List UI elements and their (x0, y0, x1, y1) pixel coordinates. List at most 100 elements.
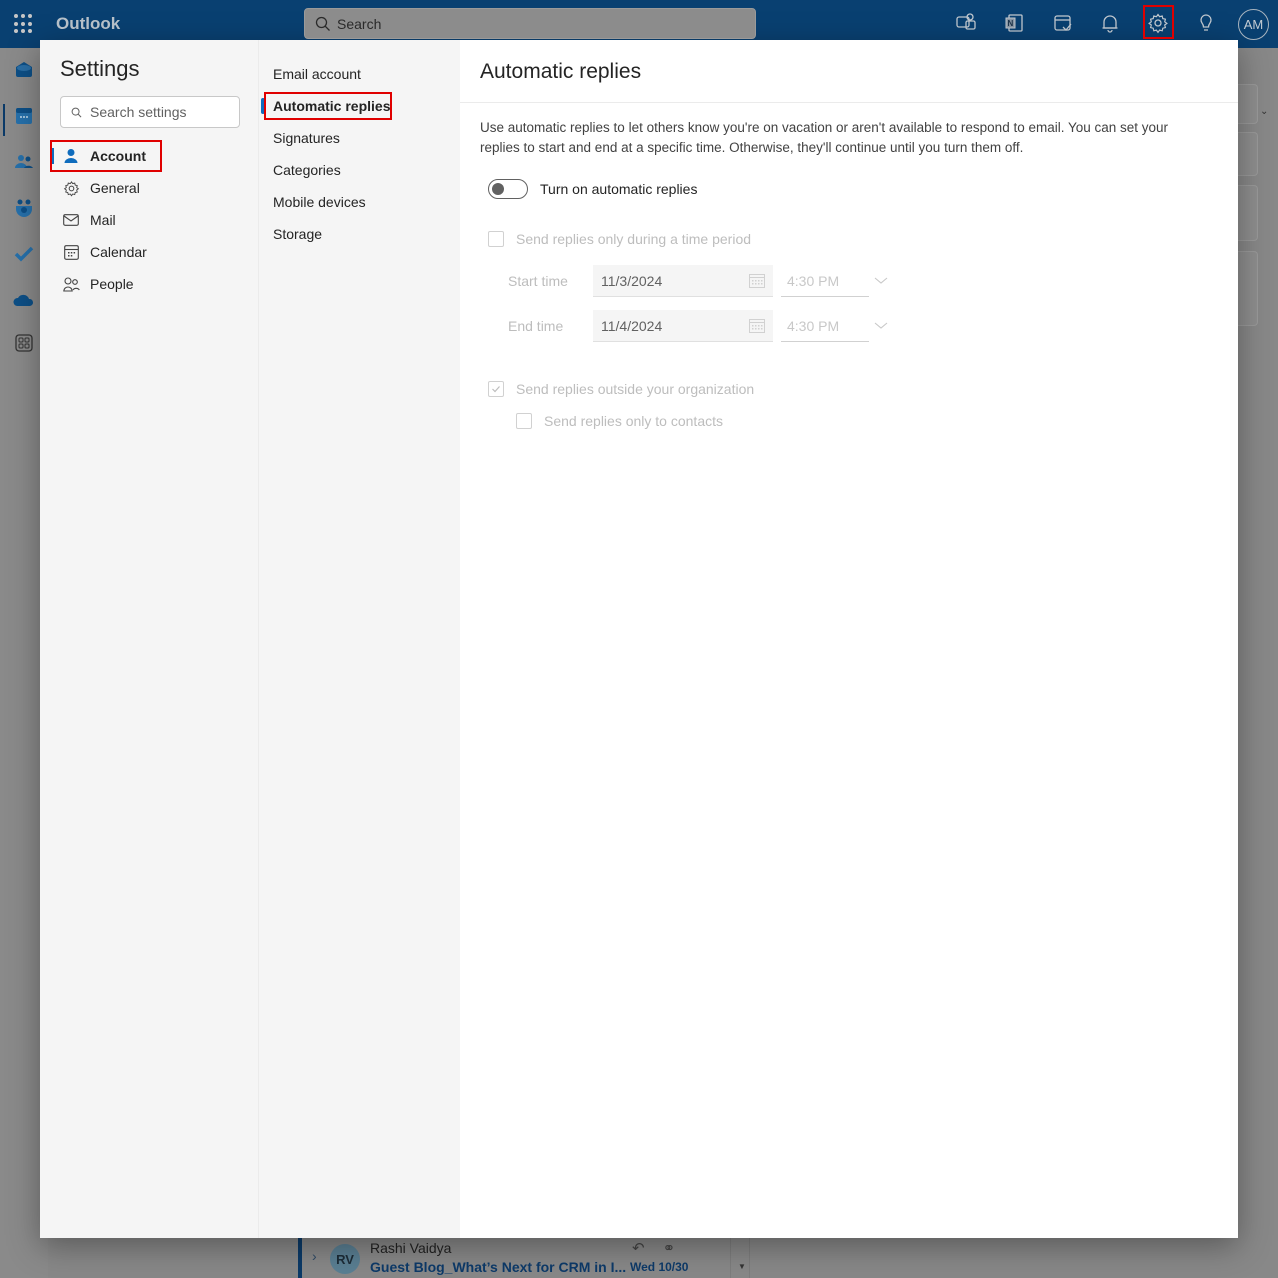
settings-dialog: Settings Search settings Account General… (40, 40, 1238, 1238)
toggle-label: Turn on automatic replies (540, 181, 698, 197)
message-date: Wed 10/30 (630, 1260, 689, 1274)
category-label: General (90, 180, 140, 196)
automatic-replies-pane: Automatic replies Use automatic replies … (460, 40, 1238, 1238)
checkmark-icon (492, 386, 500, 393)
settings-categories-panel: Settings Search settings Account General… (40, 40, 258, 1238)
end-time-row: End time 11/4/2024 4:30 PM (508, 310, 889, 342)
subcategory-signatures[interactable]: Signatures (259, 122, 461, 154)
tips-lightbulb-icon[interactable] (1195, 12, 1217, 34)
mail-icon (62, 211, 80, 229)
automatic-replies-toggle[interactable] (488, 179, 528, 199)
toggle-knob (492, 183, 504, 195)
subcategory-automatic-replies[interactable]: Automatic replies (259, 90, 461, 122)
time-period-label: Send replies only during a time period (516, 231, 752, 247)
category-general[interactable]: General (50, 172, 250, 204)
background-card (1238, 132, 1258, 176)
settings-title: Settings (60, 56, 140, 81)
background-card (1238, 251, 1258, 326)
search-box[interactable]: Search (304, 8, 756, 39)
start-time-value: 4:30 PM (787, 272, 840, 289)
start-time-row: Start time 11/3/2024 4:30 PM (508, 265, 889, 297)
list-scrollbar[interactable]: ▼ (730, 1238, 750, 1278)
settings-subcategories-panel: Email account Automatic replies Signatur… (258, 40, 460, 1238)
people-icon[interactable] (13, 151, 35, 173)
category-label: Calendar (90, 244, 147, 260)
scroll-down-arrow-icon[interactable]: ▼ (738, 1262, 746, 1271)
message-list-item[interactable]: › RV Rashi Vaidya Guest Blog_What’s Next… (298, 1238, 748, 1278)
app-launcher-icon[interactable] (14, 14, 34, 34)
end-date-picker[interactable]: 11/4/2024 (593, 310, 773, 342)
notifications-bell-icon[interactable] (1099, 12, 1121, 34)
calendar-icon[interactable] (13, 105, 35, 127)
subcategory-label: Mobile devices (273, 194, 366, 210)
user-avatar[interactable]: AM (1238, 9, 1269, 40)
subcategory-mobile-devices[interactable]: Mobile devices (259, 186, 461, 218)
app-name: Outlook (56, 14, 121, 33)
more-apps-icon[interactable] (13, 332, 35, 354)
contacts-only-checkbox[interactable] (516, 413, 532, 429)
start-time-label: Start time (508, 273, 568, 289)
subcategory-label: Email account (273, 66, 361, 82)
settings-category-list: Account General Mail Calendar People (50, 140, 250, 300)
outside-org-option: Send replies outside your organization (488, 381, 754, 397)
end-time-value: 4:30 PM (787, 317, 840, 334)
category-account[interactable]: Account (50, 140, 250, 172)
subcategory-label: Signatures (273, 130, 340, 146)
start-date-picker[interactable]: 11/3/2024 (593, 265, 773, 297)
automatic-replies-toggle-row: Turn on automatic replies (488, 179, 697, 199)
groups-icon[interactable] (13, 197, 35, 219)
chevron-down-icon[interactable] (873, 318, 889, 334)
search-icon (315, 16, 330, 31)
pane-description: Use automatic replies to let others know… (480, 120, 1169, 155)
pane-divider (460, 102, 1238, 103)
end-time-dropdown[interactable]: 4:30 PM (781, 310, 869, 342)
search-settings-placeholder: Search settings (90, 104, 187, 120)
category-mail[interactable]: Mail (50, 204, 250, 236)
search-placeholder: Search (337, 15, 382, 32)
todo-check-icon[interactable] (13, 243, 35, 265)
chevron-down-icon[interactable] (873, 273, 889, 289)
time-period-option: Send replies only during a time period (488, 231, 751, 247)
subcategory-email-account[interactable]: Email account (259, 58, 461, 90)
pane-title: Automatic replies (480, 60, 642, 83)
unread-indicator (298, 1238, 302, 1278)
mail-icon[interactable] (13, 58, 35, 80)
message-subject: Guest Blog_What’s Next for CRM in I... (370, 1259, 627, 1275)
chevron-down-icon: ⌄ (1260, 106, 1269, 117)
my-day-icon[interactable] (1052, 12, 1074, 34)
message-sender: Rashi Vaidya (370, 1240, 452, 1256)
time-period-checkbox[interactable] (488, 231, 504, 247)
contacts-only-label: Send replies only to contacts (544, 413, 723, 429)
rail-active-indicator (3, 104, 5, 136)
category-label: People (90, 276, 134, 292)
svg-text:N: N (1008, 19, 1014, 28)
subcategory-categories[interactable]: Categories (259, 154, 461, 186)
background-card (1238, 84, 1258, 124)
onedrive-cloud-icon[interactable] (13, 289, 35, 311)
subcategory-storage[interactable]: Storage (259, 218, 461, 250)
calendar-icon[interactable] (749, 273, 765, 288)
subcategory-label: Storage (273, 226, 323, 242)
calendar-icon[interactable] (749, 318, 765, 333)
category-people[interactable]: People (50, 268, 250, 300)
search-settings-input[interactable]: Search settings (60, 96, 240, 128)
end-date-value: 11/4/2024 (601, 317, 663, 334)
outside-org-checkbox[interactable] (488, 381, 504, 397)
contacts-only-option: Send replies only to contacts (516, 413, 723, 429)
account-highlight-box (50, 140, 162, 172)
automatic-replies-highlight-box (264, 92, 392, 120)
background-card (1238, 185, 1258, 241)
start-time-dropdown[interactable]: 4:30 PM (781, 265, 869, 297)
search-icon (71, 107, 82, 117)
onenote-icon[interactable]: N (1003, 12, 1025, 34)
expand-chevron-icon[interactable]: › (312, 1248, 317, 1264)
start-date-value: 11/3/2024 (601, 272, 663, 289)
settings-highlight-box (1143, 5, 1174, 39)
gear-icon (62, 179, 80, 197)
subcategory-label: Categories (273, 162, 341, 178)
calendar-icon (62, 243, 80, 261)
link-attachment-icon: ⚭ (662, 1240, 676, 1257)
reply-icon[interactable]: ↶ (632, 1239, 645, 1257)
category-calendar[interactable]: Calendar (50, 236, 250, 268)
teams-chat-icon[interactable] (955, 12, 977, 34)
